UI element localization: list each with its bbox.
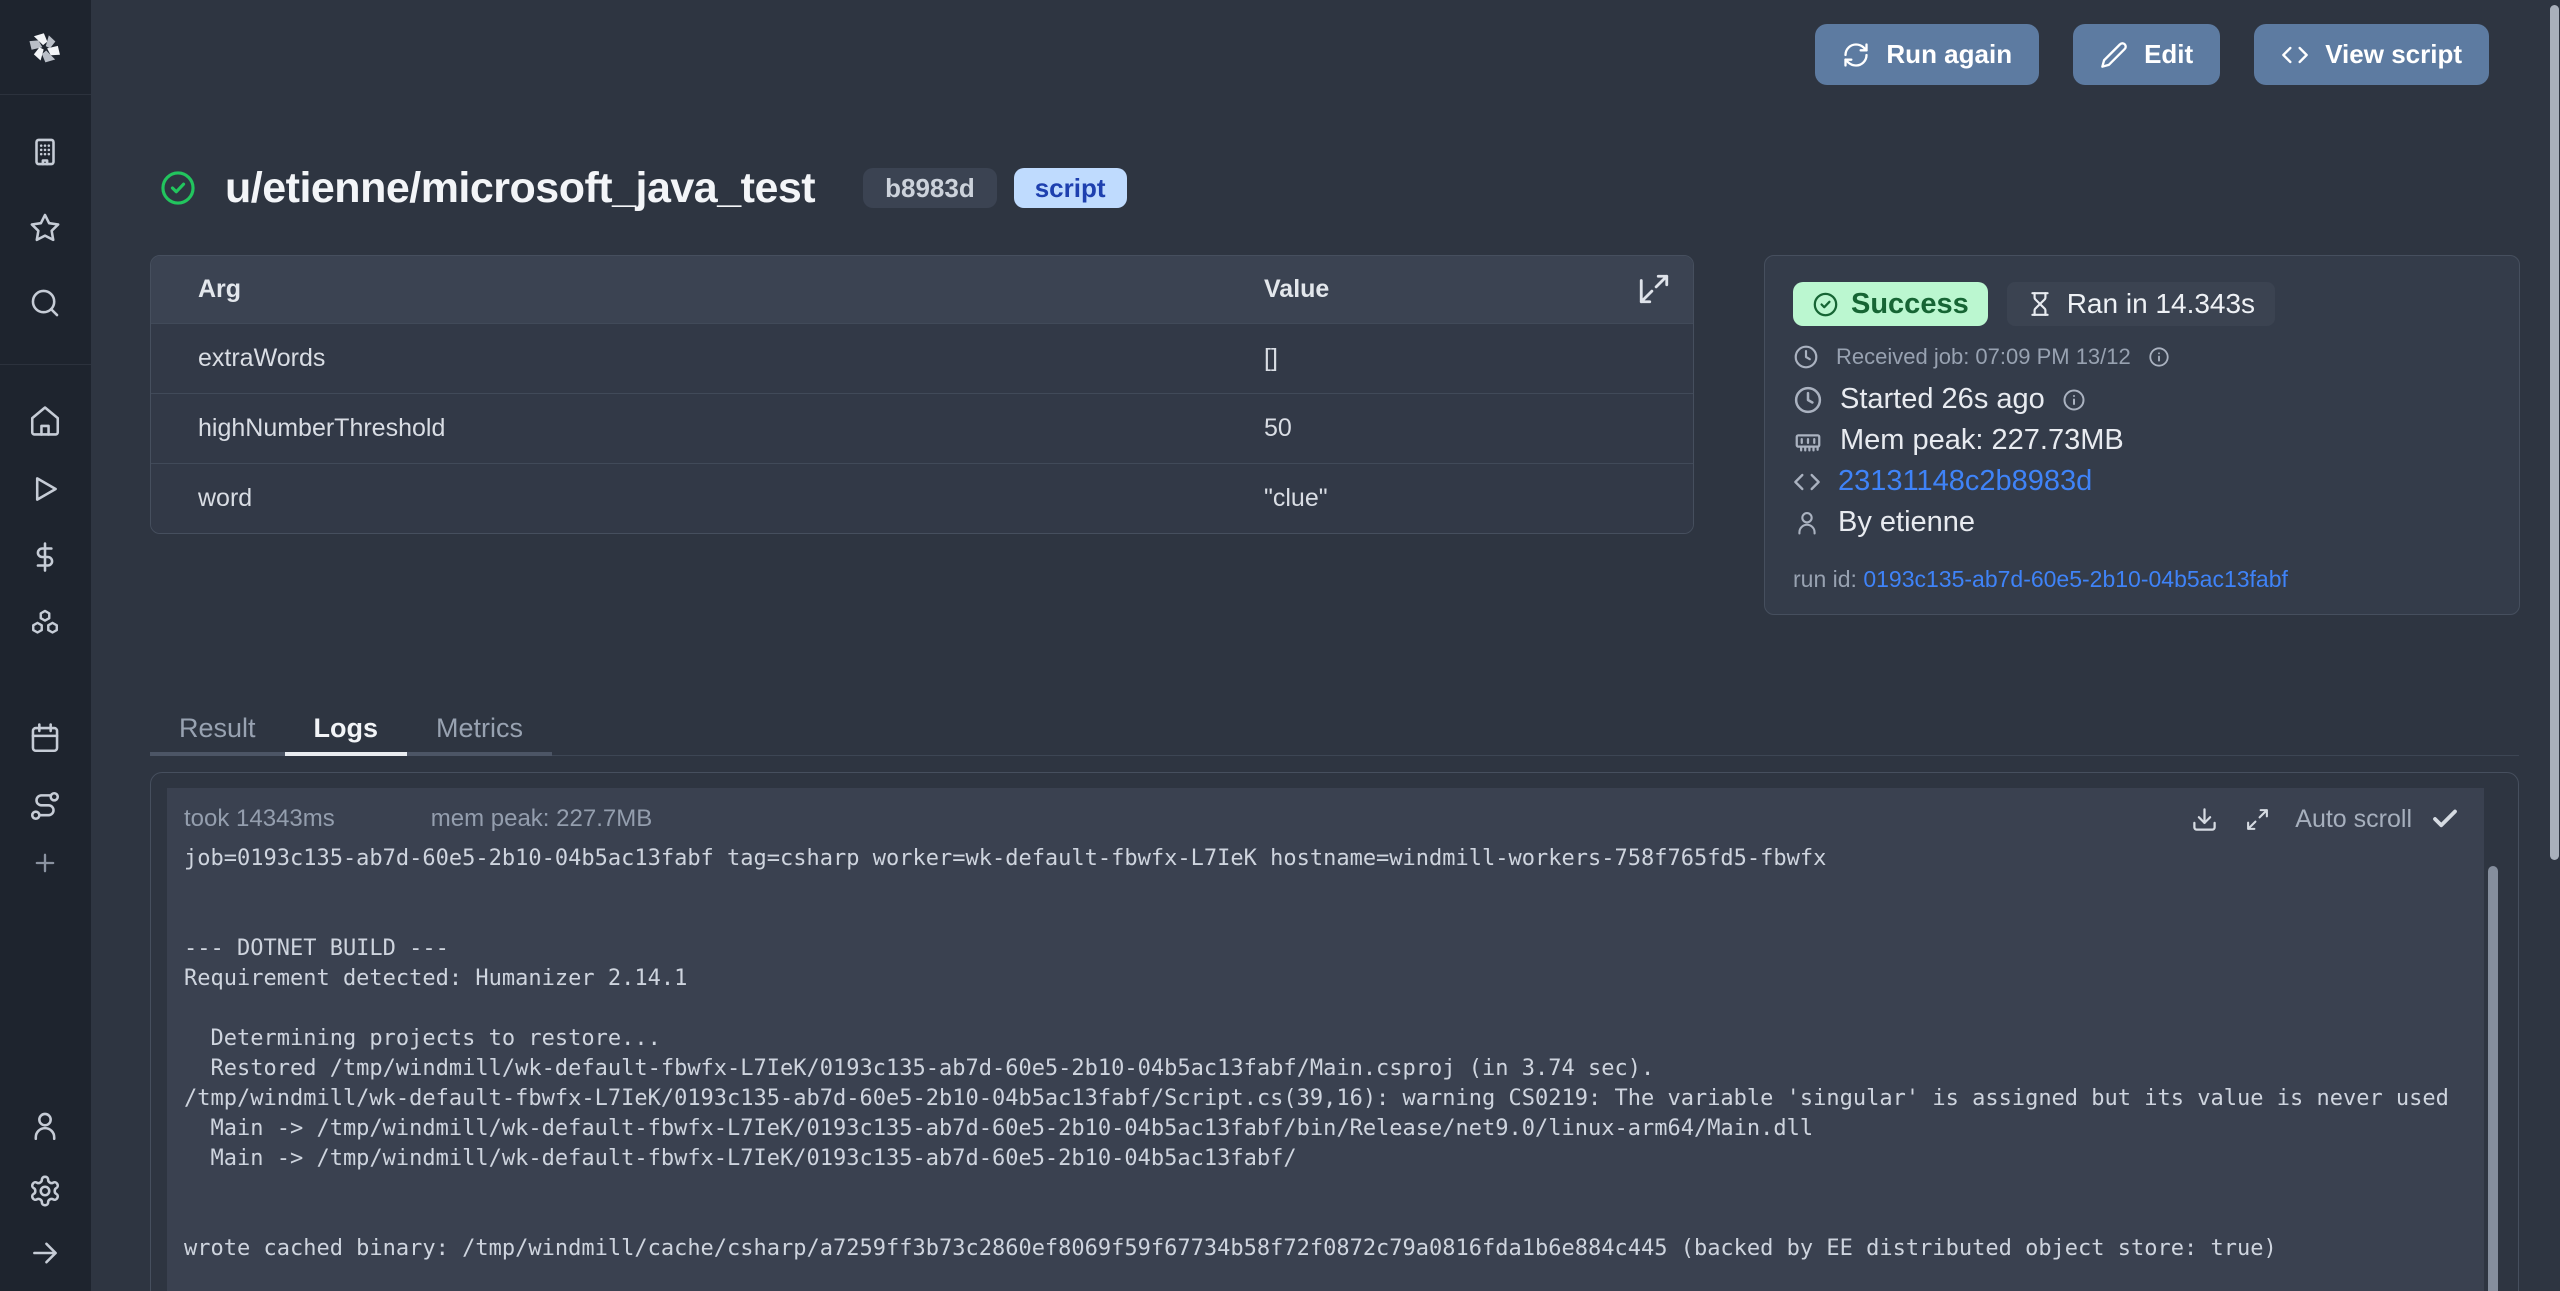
status-label: Success	[1851, 288, 1969, 321]
args-table: Arg Value extraWords [] highNumberThresh…	[150, 255, 1694, 534]
script-hash-link[interactable]: 23131148c2b8983d	[1838, 465, 2092, 498]
tab-result[interactable]: Result	[150, 704, 285, 756]
started-text: Started 26s ago	[1840, 383, 2045, 416]
sidebar	[0, 0, 91, 1291]
log-took: took 14343ms	[184, 805, 335, 833]
hash-badge: b8983d	[863, 168, 997, 208]
script-hash-line: 23131148c2b8983d	[1793, 465, 2491, 498]
received-job-text: Received job: 07:09 PM 13/12	[1836, 344, 2131, 370]
hourglass-icon	[2027, 291, 2053, 317]
play-icon[interactable]	[28, 472, 62, 506]
arg-column-header: Arg	[198, 275, 1264, 304]
arg-value: "clue"	[1264, 484, 1693, 513]
status-badge: Success	[1793, 282, 1988, 326]
run-id-line: run id: 0193c135-ab7d-60e5-2b10-04b5ac13…	[1793, 566, 2491, 593]
user-icon[interactable]	[28, 1109, 62, 1143]
arg-value: []	[1264, 344, 1693, 373]
log-output: job=0193c135-ab7d-60e5-2b10-04b5ac13fabf…	[167, 844, 2484, 1264]
log-mem-peak: mem peak: 227.7MB	[431, 805, 652, 833]
clock-icon	[1793, 344, 1819, 370]
sidebar-divider	[0, 364, 91, 365]
info-icon[interactable]	[2148, 346, 2170, 368]
header-actions: Run again Edit View script	[1815, 24, 2489, 85]
run-again-label: Run again	[1886, 39, 2012, 70]
log-scrollbar-thumb[interactable]	[2488, 866, 2498, 1291]
windmill-logo[interactable]	[22, 25, 68, 71]
duration-label: Ran in 14.343s	[2067, 288, 2255, 320]
created-by-line: By etienne	[1793, 506, 2491, 539]
job-run-page: Run again Edit View script u/etienne/mic…	[0, 0, 2560, 1291]
status-row: Success Ran in 14.343s	[1793, 282, 2491, 326]
dollar-icon[interactable]	[28, 540, 62, 574]
expand-icon[interactable]	[2245, 807, 2270, 832]
route-icon[interactable]	[28, 789, 62, 823]
star-icon[interactable]	[28, 211, 62, 245]
pencil-icon	[2100, 41, 2128, 69]
args-table-header: Arg Value	[151, 256, 1693, 323]
received-job-line: Received job: 07:09 PM 13/12	[1793, 344, 2491, 370]
page-scrollbar-thumb[interactable]	[2550, 5, 2559, 860]
edit-label: Edit	[2144, 39, 2193, 70]
check-circle-icon	[1812, 291, 1839, 318]
view-script-label: View script	[2325, 39, 2462, 70]
memory-icon	[1793, 426, 1823, 456]
expand-icon[interactable]	[1637, 272, 1671, 306]
auto-scroll-checkbox[interactable]	[2430, 804, 2460, 834]
settings-gear-icon[interactable]	[28, 1174, 62, 1208]
building-icon[interactable]	[28, 135, 62, 169]
refresh-icon	[1842, 41, 1870, 69]
run-id-label: run id:	[1793, 566, 1863, 592]
run-id-link[interactable]: 0193c135-ab7d-60e5-2b10-04b5ac13fabf	[1863, 566, 2288, 592]
sidebar-divider	[0, 94, 91, 95]
log-meta-bar: took 14343ms mem peak: 227.7MB Auto scro…	[167, 788, 2484, 834]
tab-logs[interactable]: Logs	[285, 704, 408, 756]
page-title: u/etienne/microsoft_java_test	[225, 164, 815, 213]
script-type-badge: script	[1014, 168, 1127, 208]
tabs: Result Logs Metrics	[150, 704, 552, 756]
mem-peak-line: Mem peak: 227.73MB	[1793, 424, 2491, 457]
download-icon[interactable]	[2191, 806, 2218, 833]
table-row: word "clue"	[151, 463, 1693, 533]
code-icon	[1793, 468, 1821, 496]
duration-chip: Ran in 14.343s	[2007, 282, 2275, 326]
log-container: took 14343ms mem peak: 227.7MB Auto scro…	[150, 772, 2519, 1291]
log-panel: took 14343ms mem peak: 227.7MB Auto scro…	[167, 788, 2484, 1291]
run-info-card: Success Ran in 14.343s Received job: 07:…	[1764, 255, 2520, 615]
arg-value: 50	[1264, 414, 1693, 443]
auto-scroll-label[interactable]: Auto scroll	[2295, 805, 2412, 834]
tab-metrics[interactable]: Metrics	[407, 704, 552, 756]
code-icon	[2281, 41, 2309, 69]
arg-name: highNumberThreshold	[198, 414, 1264, 443]
plus-icon[interactable]	[31, 849, 59, 877]
table-row: extraWords []	[151, 323, 1693, 393]
clock-icon	[1793, 385, 1823, 415]
user-icon	[1793, 509, 1821, 537]
view-script-button[interactable]: View script	[2254, 24, 2489, 85]
search-icon[interactable]	[28, 286, 62, 320]
edit-button[interactable]: Edit	[2073, 24, 2220, 85]
arg-name: word	[198, 484, 1264, 513]
mem-peak-text: Mem peak: 227.73MB	[1840, 424, 2124, 457]
created-by-text: By etienne	[1838, 506, 1975, 539]
arg-name: extraWords	[198, 344, 1264, 373]
run-again-button[interactable]: Run again	[1815, 24, 2039, 85]
arrow-right-icon[interactable]	[28, 1236, 62, 1270]
success-check-icon	[159, 169, 197, 207]
value-column-header: Value	[1264, 275, 1693, 304]
started-line: Started 26s ago	[1793, 383, 2491, 416]
table-row: highNumberThreshold 50	[151, 393, 1693, 463]
boxes-icon[interactable]	[28, 607, 62, 641]
home-icon[interactable]	[28, 404, 62, 438]
calendar-icon[interactable]	[28, 721, 62, 755]
title-row: u/etienne/microsoft_java_test b8983d scr…	[159, 160, 1127, 216]
info-icon[interactable]	[2062, 388, 2086, 412]
